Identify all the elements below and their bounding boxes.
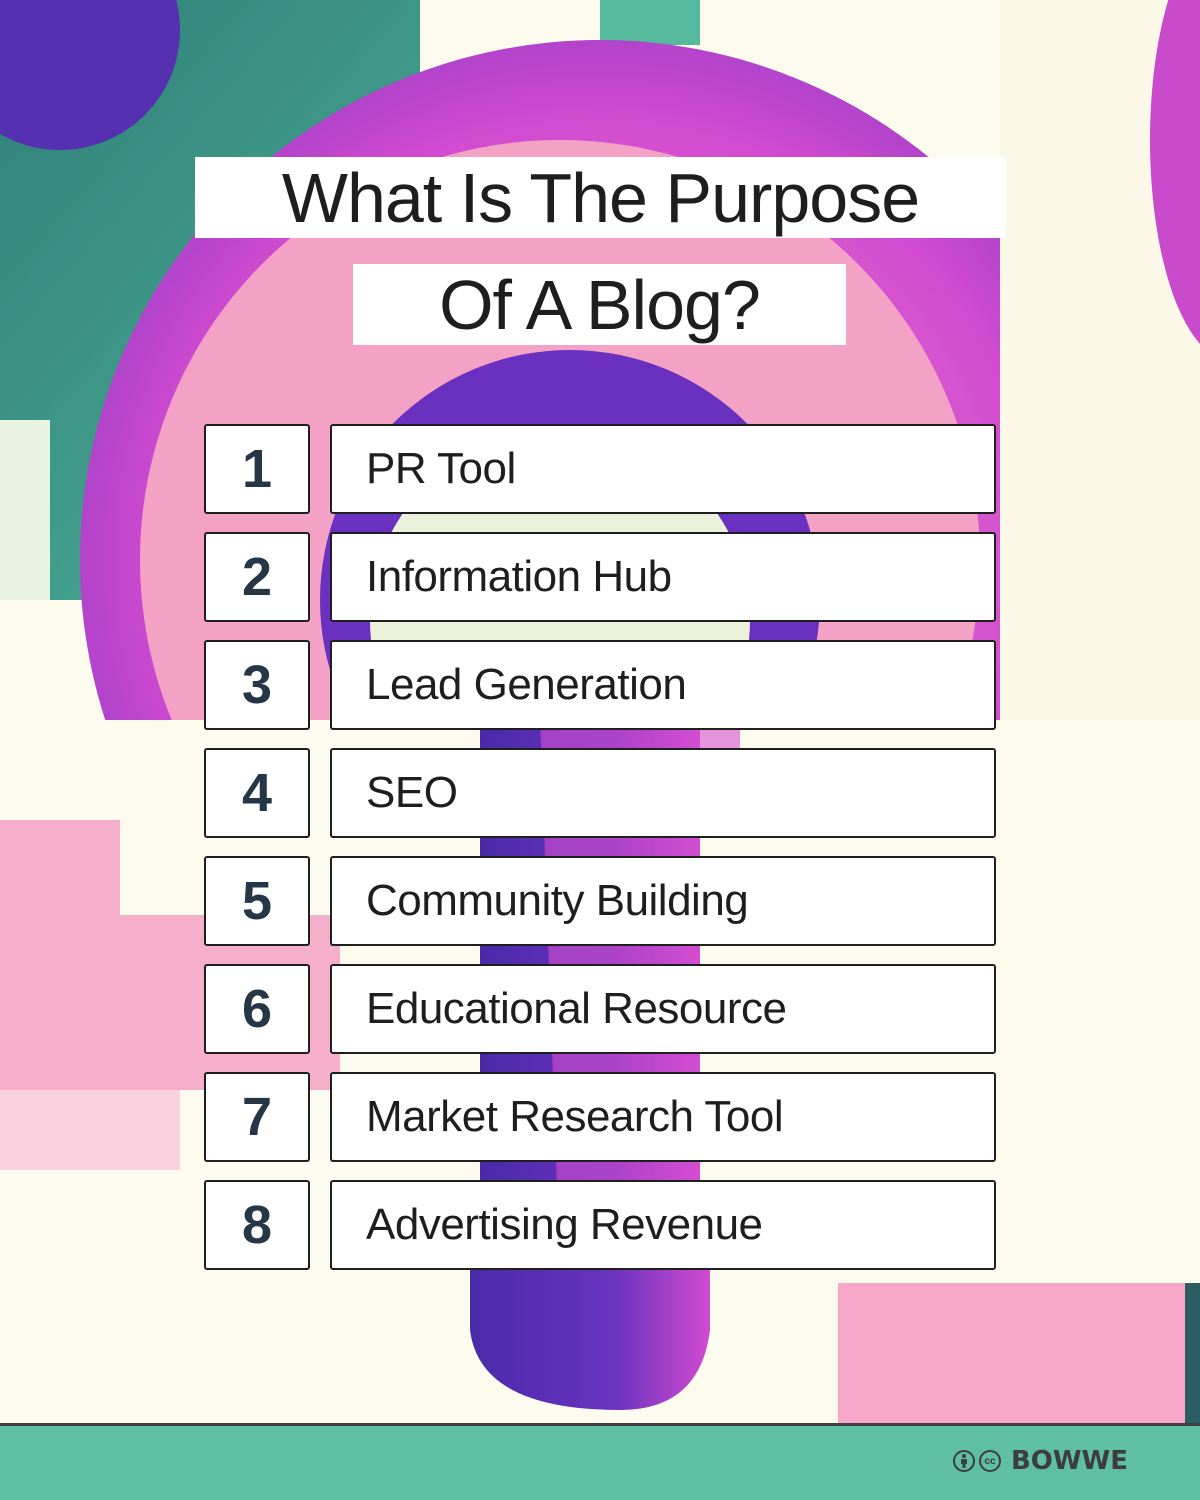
list-item: 1 PR Tool	[204, 424, 996, 514]
item-label: Community Building	[330, 856, 996, 946]
brand-name: BOWWE	[1010, 1446, 1128, 1476]
item-number: 4	[204, 748, 310, 838]
brand-logo: cc BOWWE	[952, 1446, 1128, 1476]
item-number: 8	[204, 1180, 310, 1270]
title-line-2: Of A Blog?	[353, 264, 846, 345]
item-label: Educational Resource	[330, 964, 996, 1054]
item-label: Market Research Tool	[330, 1072, 996, 1162]
list-item: 6 Educational Resource	[204, 964, 996, 1054]
item-label: Information Hub	[330, 532, 996, 622]
item-number: 1	[204, 424, 310, 514]
item-number: 6	[204, 964, 310, 1054]
person-icon	[952, 1450, 975, 1472]
item-label: Lead Generation	[330, 640, 996, 730]
cc-icon: cc	[978, 1450, 1001, 1472]
list-item: 3 Lead Generation	[204, 640, 996, 730]
list-item: 4 SEO	[204, 748, 996, 838]
item-label: Advertising Revenue	[330, 1180, 996, 1270]
item-label: SEO	[330, 748, 996, 838]
item-label: PR Tool	[330, 424, 996, 514]
list-item: 5 Community Building	[204, 856, 996, 946]
item-number: 5	[204, 856, 310, 946]
footer-bar: cc BOWWE	[0, 1423, 1200, 1500]
item-number: 3	[204, 640, 310, 730]
item-number: 2	[204, 532, 310, 622]
item-number: 7	[204, 1072, 310, 1162]
list-item: 8 Advertising Revenue	[204, 1180, 996, 1270]
list-item: 2 Information Hub	[204, 532, 996, 622]
title-line-1: What Is The Purpose	[195, 157, 1006, 238]
list-item: 7 Market Research Tool	[204, 1072, 996, 1162]
